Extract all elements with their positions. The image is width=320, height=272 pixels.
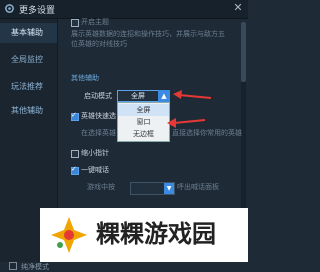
sidebar-item-label: 基本辅助	[11, 28, 43, 37]
sidebar-item-other[interactable]: 其他辅助	[0, 101, 57, 121]
hotkey-label: 游戏中按	[87, 183, 115, 191]
dropdown-option-borderless[interactable]: 无边框	[118, 128, 169, 140]
scrollbar-thumb[interactable]	[241, 22, 246, 82]
quick-select-label: 英雄快速选	[81, 112, 116, 120]
sidebar-item-global-monitor[interactable]: 全局监控	[0, 50, 57, 70]
launch-mode-value: 全屏	[131, 92, 145, 100]
sidebar-item-label: 玩法推荐	[11, 82, 43, 91]
dropdown-option-window[interactable]: 窗口	[118, 116, 169, 128]
window-title: 更多设置	[19, 6, 56, 16]
hotkey-tail: 呼出喊话面板	[177, 183, 219, 191]
sidebar-item-label: 全局监控	[11, 55, 43, 64]
settings-icon	[5, 4, 14, 13]
chevron-down-icon[interactable]: ▼	[164, 183, 174, 194]
minimap-checkbox[interactable]	[71, 150, 79, 158]
annotation-arrow-icon	[173, 90, 212, 99]
pure-mode-toggle[interactable]: 纯净模式	[9, 262, 49, 272]
hotkey-select[interactable]: ▼	[130, 182, 175, 195]
pure-mode-label: 纯净模式	[21, 263, 49, 271]
minimap-label: 缩小指针	[81, 149, 109, 157]
sidebar-item-gameplay[interactable]: 玩法推荐	[0, 77, 57, 97]
description-line-2: 位英雄的对线技巧	[71, 40, 127, 48]
section-title: 其他辅助	[71, 74, 99, 82]
top-option-label: 开启主题	[81, 18, 109, 26]
title-bar: 更多设置 ✕	[0, 0, 248, 19]
dropdown-option-fullscreen[interactable]: 全屏	[118, 104, 169, 116]
watermark-logo-icon	[51, 217, 87, 253]
description-line-1: 展示英雄数据的连招和操作技巧，并展示与敌方五	[71, 30, 225, 38]
quick-select-desc-tail: 直接选择你常用的英雄	[172, 129, 242, 137]
pure-mode-checkbox[interactable]	[9, 262, 17, 270]
launch-mode-label: 启动模式	[84, 92, 112, 100]
close-icon[interactable]: ✕	[232, 2, 244, 14]
quick-select-desc: 在选择英雄	[81, 129, 116, 137]
chevron-up-icon[interactable]: ▲	[158, 90, 170, 102]
sidebar-item-basic[interactable]: 基本辅助	[0, 23, 57, 43]
one-key-chat-label: 一键喊话	[81, 166, 109, 174]
sidebar-item-label: 其他辅助	[11, 106, 43, 115]
launch-mode-select[interactable]: 全屏 ▲	[117, 90, 170, 102]
launch-mode-dropdown: 全屏 窗口 无边框	[117, 102, 170, 142]
one-key-chat-checkbox[interactable]	[71, 165, 79, 175]
quick-select-checkbox[interactable]	[71, 111, 79, 121]
watermark-text: 粿粿游戏园	[96, 220, 216, 248]
annotation-arrow-icon	[167, 118, 206, 128]
top-option-checkbox[interactable]	[71, 19, 79, 27]
